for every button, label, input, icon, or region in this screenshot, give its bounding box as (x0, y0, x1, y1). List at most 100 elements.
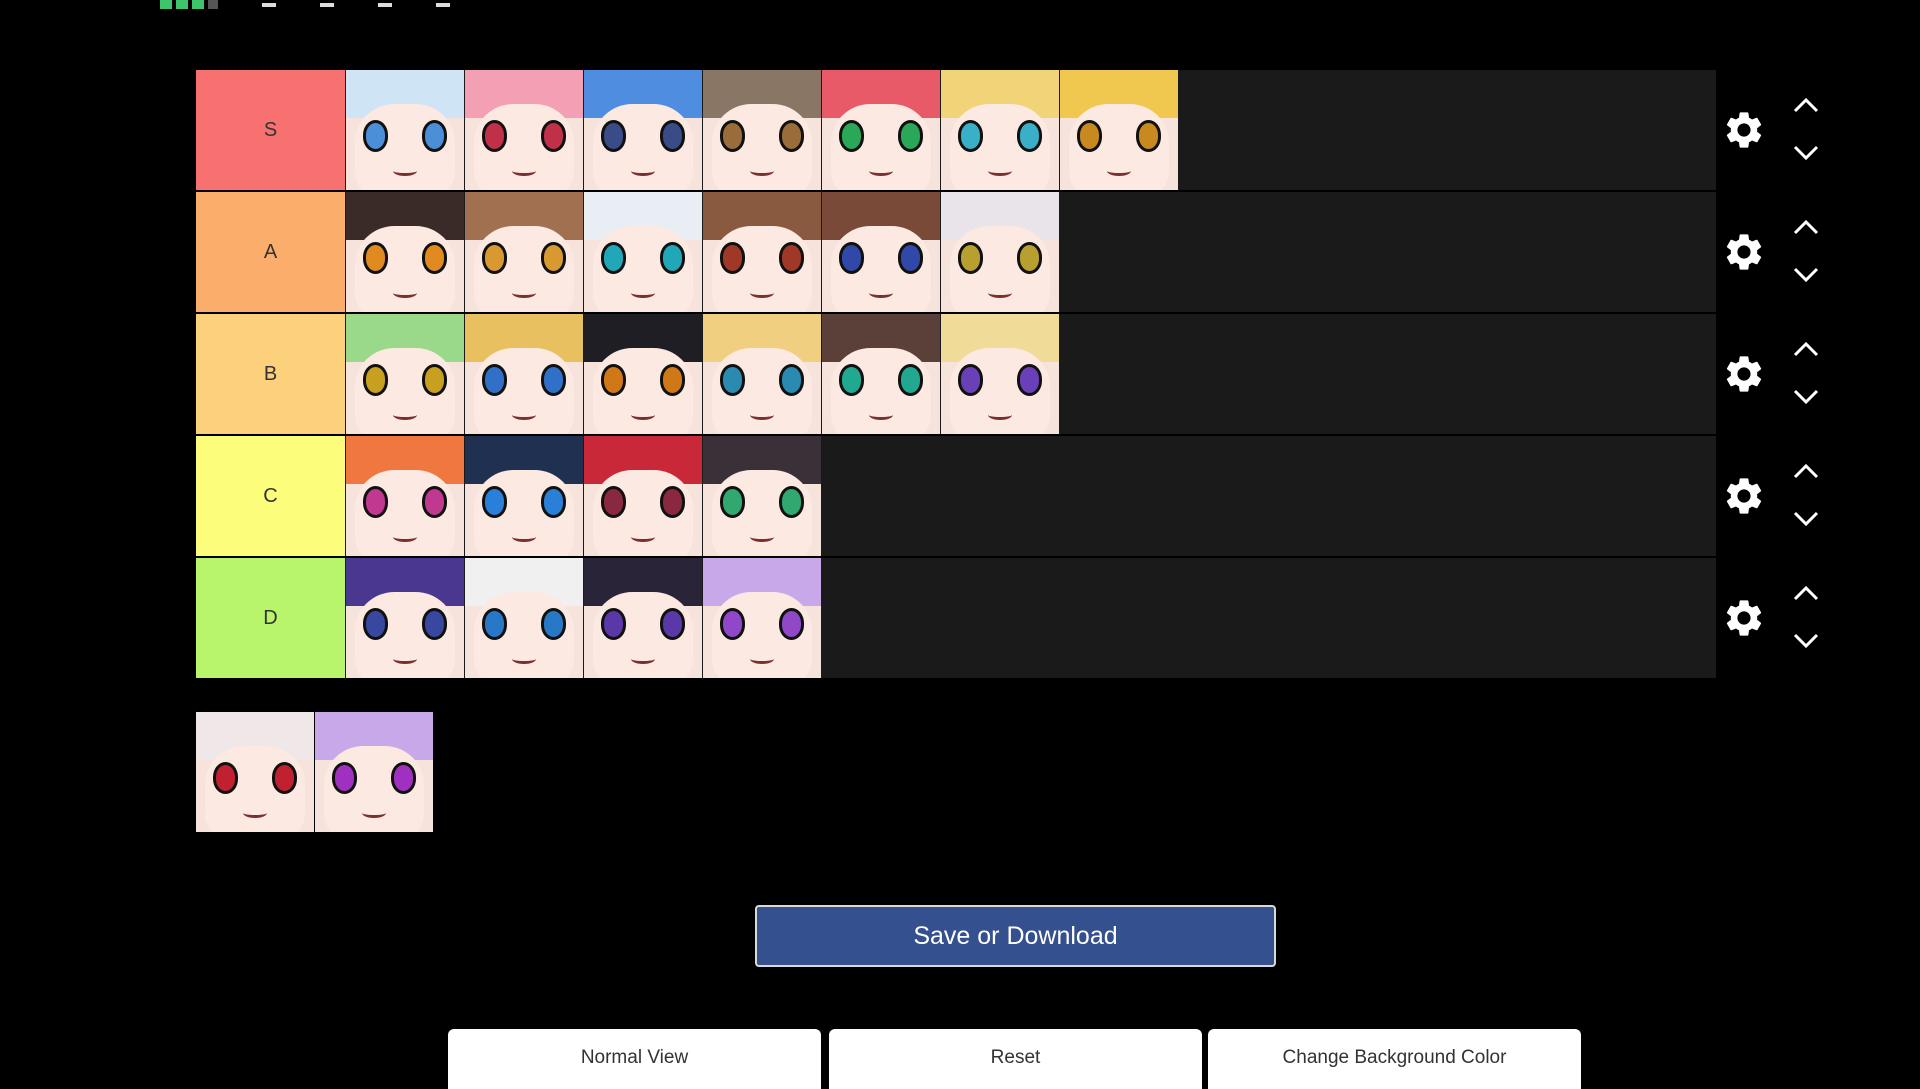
tier-controls-s (1716, 70, 1826, 190)
tier-items[interactable] (345, 436, 1716, 556)
character-tile[interactable] (703, 436, 821, 556)
character-tile[interactable] (346, 192, 464, 312)
character-tile[interactable] (584, 436, 702, 556)
tier-row-s: S (196, 70, 1716, 190)
tier-label[interactable]: B (196, 314, 345, 434)
tier-items[interactable] (345, 314, 1716, 434)
tile-eye (957, 364, 984, 396)
tier-list: SABCD (196, 70, 1716, 680)
character-tile[interactable] (465, 558, 583, 678)
tile-eye (897, 120, 924, 152)
tier-items[interactable] (345, 558, 1716, 678)
character-tile[interactable] (196, 712, 314, 832)
tile-eye (390, 762, 417, 794)
tile-eye (540, 364, 567, 396)
tile-eye (659, 242, 686, 274)
gear-icon[interactable] (1722, 352, 1766, 396)
character-tile[interactable] (465, 192, 583, 312)
tile-eye (421, 364, 448, 396)
change-background-color-button[interactable]: Change Background Color (1208, 1029, 1581, 1089)
character-tile[interactable] (941, 192, 1059, 312)
gear-icon[interactable] (1722, 230, 1766, 274)
tier-row-b: B (196, 314, 1716, 434)
character-tile[interactable] (346, 314, 464, 434)
chevron-down-icon[interactable] (1792, 144, 1820, 162)
character-tile[interactable] (465, 436, 583, 556)
status-bar-segment (160, 0, 172, 9)
tile-eye (659, 364, 686, 396)
tile-eye (481, 486, 508, 518)
character-tile[interactable] (584, 70, 702, 190)
tile-eye (600, 608, 627, 640)
tile-eye (719, 120, 746, 152)
tile-eye (659, 486, 686, 518)
tile-eye (362, 364, 389, 396)
character-tile[interactable] (822, 192, 940, 312)
gear-icon[interactable] (1722, 596, 1766, 640)
character-tile[interactable] (346, 558, 464, 678)
tile-eye (540, 120, 567, 152)
top-mark (378, 3, 392, 7)
top-mark (320, 3, 334, 7)
tile-eye (778, 242, 805, 274)
tile-eye (540, 608, 567, 640)
tile-eye (600, 120, 627, 152)
character-tile[interactable] (703, 314, 821, 434)
tile-eye (481, 608, 508, 640)
tier-label[interactable]: D (196, 558, 345, 678)
character-tile[interactable] (941, 314, 1059, 434)
chevron-up-icon[interactable] (1792, 340, 1820, 358)
tile-eye (957, 120, 984, 152)
top-strip (160, 0, 450, 10)
chevron-up-icon[interactable] (1792, 96, 1820, 114)
character-tile[interactable] (1060, 70, 1178, 190)
character-tile[interactable] (465, 70, 583, 190)
character-tile[interactable] (465, 314, 583, 434)
tile-eye (362, 120, 389, 152)
tile-eye (600, 242, 627, 274)
tile-eye (331, 762, 358, 794)
tier-controls-b (1716, 314, 1826, 434)
save-or-download-button[interactable]: Save or Download (755, 905, 1276, 967)
character-tile[interactable] (584, 314, 702, 434)
chevron-down-icon[interactable] (1792, 266, 1820, 284)
tile-eye (481, 364, 508, 396)
gear-icon[interactable] (1722, 108, 1766, 152)
chevron-down-icon[interactable] (1792, 510, 1820, 528)
chevron-down-icon[interactable] (1792, 632, 1820, 650)
status-bar-segment (176, 0, 188, 9)
character-tile[interactable] (584, 558, 702, 678)
chevron-up-icon[interactable] (1792, 218, 1820, 236)
tier-label[interactable]: A (196, 192, 345, 312)
character-tile[interactable] (315, 712, 433, 832)
character-tile[interactable] (703, 558, 821, 678)
character-tile[interactable] (346, 436, 464, 556)
character-tile[interactable] (941, 70, 1059, 190)
tile-eye (778, 120, 805, 152)
chevron-up-icon[interactable] (1792, 584, 1820, 602)
normal-view-button[interactable]: Normal View (448, 1029, 821, 1089)
character-tile[interactable] (822, 70, 940, 190)
tier-items[interactable] (345, 70, 1716, 190)
character-tile[interactable] (703, 192, 821, 312)
tile-eye (838, 364, 865, 396)
character-tile[interactable] (703, 70, 821, 190)
tile-eye (1016, 120, 1043, 152)
character-tile[interactable] (584, 192, 702, 312)
tile-eye (659, 608, 686, 640)
tier-label[interactable]: S (196, 70, 345, 190)
tier-items[interactable] (345, 192, 1716, 312)
chevron-down-icon[interactable] (1792, 388, 1820, 406)
tile-eye (719, 364, 746, 396)
tile-eye (481, 120, 508, 152)
tier-label[interactable]: C (196, 436, 345, 556)
top-mark (262, 3, 276, 7)
chevron-up-icon[interactable] (1792, 462, 1820, 480)
tile-eye (212, 762, 239, 794)
tile-eye (540, 242, 567, 274)
gear-icon[interactable] (1722, 474, 1766, 518)
reset-button[interactable]: Reset (829, 1029, 1202, 1089)
character-tile[interactable] (822, 314, 940, 434)
character-tile[interactable] (346, 70, 464, 190)
tile-eye (421, 120, 448, 152)
